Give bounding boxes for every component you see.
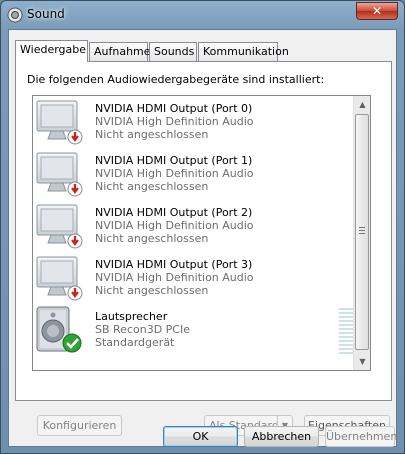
cancel-button[interactable]: Abbrechen [244,426,319,447]
close-button[interactable]: ✕ [356,2,398,20]
sound-dialog: Sound ✕ Wiedergabe Aufnahme Sounds Kommu… [0,0,405,454]
device-name: Lautsprecher [95,310,168,323]
device-status: Standardgerät [95,336,175,349]
unplugged-badge [67,285,83,301]
device-text: NVIDIA HDMI Output (Port 3) NVIDIA High D… [95,258,254,297]
scroll-down-icon[interactable]: ▼ [354,353,370,370]
device-status: Nicht angeschlossen [95,128,209,141]
device-text: NVIDIA HDMI Output (Port 2) NVIDIA High D… [95,206,254,245]
device-text: Lautsprecher SB Recon3D PCIe Standardgerät [95,310,190,349]
device-list[interactable]: NVIDIA HDMI Output (Port 0) NVIDIA High D… [32,95,371,371]
device-status: Nicht angeschlossen [95,232,209,245]
apply-button[interactable]: Übernehmen [325,426,397,447]
device-driver: NVIDIA High Definition Audio [95,115,254,128]
device-item[interactable]: Lautsprecher SB Recon3D PCIe Standardgerät [33,306,355,358]
device-name: NVIDIA HDMI Output (Port 0) [95,102,253,115]
monitor-icon [36,152,83,197]
device-driver: NVIDIA High Definition Audio [95,167,254,180]
device-name: NVIDIA HDMI Output (Port 1) [95,154,253,167]
intro-text: Die folgenden Audiowiedergabegeräte sind… [27,73,325,86]
ok-button[interactable]: OK [163,426,238,447]
monitor-icon [36,204,83,249]
monitor-icon [36,100,83,145]
device-item[interactable]: NVIDIA HDMI Output (Port 1) NVIDIA High D… [33,150,355,202]
device-driver: NVIDIA High Definition Audio [95,219,254,232]
unplugged-badge [67,181,83,197]
device-driver: SB Recon3D PCIe [95,323,190,336]
window-title: Sound [27,7,65,21]
device-status: Nicht angeschlossen [95,180,209,193]
tab-wiedergabe[interactable]: Wiedergabe [15,40,88,62]
monitor-icon [36,256,83,301]
default-check-badge [62,333,82,353]
unplugged-badge [67,233,83,249]
device-driver: NVIDIA High Definition Audio [95,271,254,284]
dialog-client-area: Wiedergabe Aufnahme Sounds Kommunikation… [8,29,397,447]
device-name: NVIDIA HDMI Output (Port 3) [95,258,253,271]
speaker-icon [36,306,82,353]
device-status: Nicht angeschlossen [95,284,209,297]
device-item[interactable]: NVIDIA HDMI Output (Port 0) NVIDIA High D… [33,98,355,150]
sound-app-icon [7,7,23,23]
scroll-up-icon[interactable]: ▲ [354,96,370,113]
scroll-thumb[interactable] [355,114,369,350]
grip-icon [359,227,365,234]
unplugged-badge [67,129,83,145]
playback-tab-page: Die folgenden Audiowiedergabegeräte sind… [15,61,392,436]
configure-button[interactable]: Konfigurieren [37,415,122,436]
device-name: NVIDIA HDMI Output (Port 2) [95,206,253,219]
device-item[interactable]: NVIDIA HDMI Output (Port 3) NVIDIA High D… [33,254,355,306]
title-bar[interactable]: Sound ✕ [1,1,404,29]
device-item[interactable]: NVIDIA HDMI Output (Port 2) NVIDIA High D… [33,202,355,254]
tab-sounds[interactable]: Sounds [149,42,197,61]
device-text: NVIDIA HDMI Output (Port 0) NVIDIA High D… [95,102,254,141]
vertical-scrollbar[interactable]: ▲ ▼ [353,96,370,370]
tab-aufnahme[interactable]: Aufnahme [89,42,151,61]
tab-kommunikation[interactable]: Kommunikation [198,42,289,61]
device-text: NVIDIA HDMI Output (Port 1) NVIDIA High D… [95,154,254,193]
